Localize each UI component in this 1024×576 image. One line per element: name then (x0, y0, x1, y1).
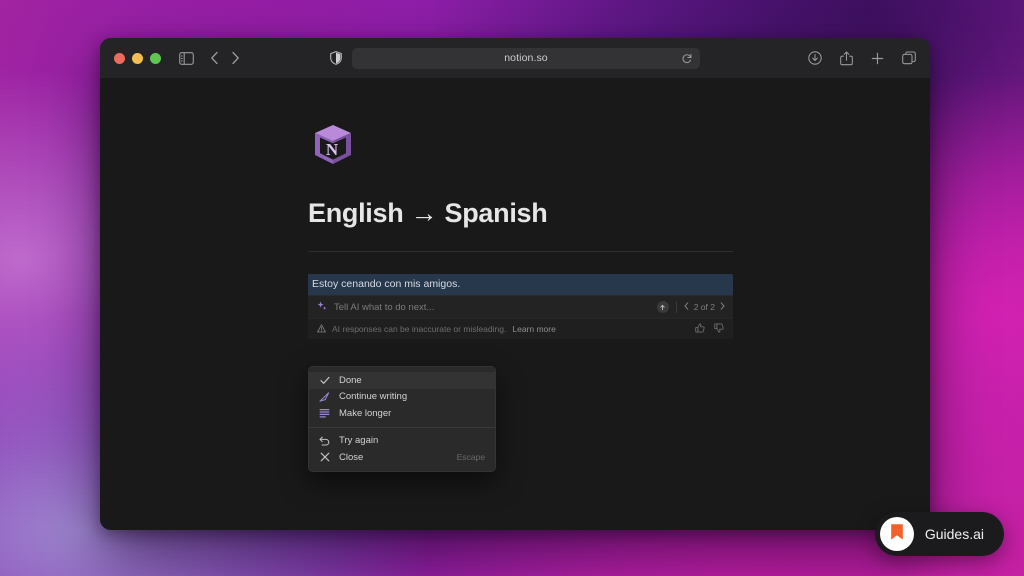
new-tab-icon[interactable] (871, 52, 884, 65)
ai-prompt-bar: Tell AI what to do next... 2 of 2 (308, 295, 733, 318)
share-icon[interactable] (840, 50, 853, 66)
guides-ai-badge[interactable]: Guides.ai (874, 512, 1004, 556)
pager-next-button[interactable] (720, 302, 725, 312)
text-lines-icon (319, 408, 330, 418)
menu-item-shortcut: Escape (456, 452, 485, 463)
close-x-icon (319, 452, 330, 462)
thumbs-up-icon[interactable] (695, 320, 705, 338)
window-controls (114, 52, 161, 64)
url-text: notion.so (504, 52, 548, 64)
warning-triangle-icon (317, 320, 326, 338)
menu-item-close[interactable]: Close Escape (309, 449, 495, 466)
reload-icon[interactable] (682, 53, 692, 64)
bookmark-flag-icon (889, 523, 905, 546)
menu-item-done[interactable]: Done (309, 372, 495, 389)
notion-document: N English → Spanish Estoy cenando con mi… (308, 120, 733, 339)
pen-icon (319, 392, 330, 402)
downloads-icon[interactable] (808, 51, 822, 65)
navigation-buttons (210, 51, 240, 65)
thumbs-down-icon[interactable] (714, 320, 724, 338)
browser-window: notion.so N English → Spanish Estoy cena… (100, 38, 930, 530)
chevron-right-icon[interactable] (231, 51, 240, 65)
badge-logo-circle (879, 517, 914, 551)
menu-item-label: Close (339, 451, 364, 463)
result-pager: 2 of 2 (684, 302, 725, 312)
page-content: N English → Spanish Estoy cenando con mi… (100, 78, 930, 530)
badge-label: Guides.ai (924, 526, 984, 542)
toolbar-right-icons (808, 50, 916, 66)
menu-item-label: Try again (339, 435, 379, 447)
menu-item-label: Make longer (339, 407, 392, 419)
pager-prev-button[interactable] (684, 302, 689, 312)
menu-item-make-longer[interactable]: Make longer (309, 405, 495, 422)
address-bar-area: notion.so (330, 47, 700, 69)
chevron-left-icon[interactable] (210, 51, 219, 65)
ai-result-text[interactable]: Estoy cenando con mis amigos. (308, 274, 733, 295)
check-icon (319, 376, 330, 385)
ai-sparkle-icon (317, 298, 327, 316)
menu-divider (309, 426, 495, 428)
privacy-shield-icon[interactable] (330, 51, 342, 65)
maximize-window-button[interactable] (150, 52, 161, 64)
ai-disclaimer-bar: AI responses can be inaccurate or mislea… (308, 318, 733, 339)
menu-item-label: Done (339, 374, 362, 386)
submit-arrow-up-icon[interactable] (656, 301, 669, 313)
learn-more-link[interactable]: Learn more (512, 324, 555, 334)
menu-item-try-again[interactable]: Try again (309, 433, 495, 450)
ai-actions-menu: Done Continue writing Make longer Try ag… (308, 366, 496, 472)
undo-arrow-icon (319, 436, 330, 446)
close-window-button[interactable] (114, 52, 125, 64)
ai-disclaimer-text: AI responses can be inaccurate or mislea… (332, 324, 507, 334)
svg-text:N: N (326, 140, 339, 159)
tab-overview-icon[interactable] (902, 51, 916, 65)
ai-prompt-input[interactable]: Tell AI what to do next... (334, 302, 650, 313)
menu-item-continue-writing[interactable]: Continue writing (309, 389, 495, 406)
browser-toolbar: notion.so (100, 38, 930, 78)
minimize-window-button[interactable] (132, 52, 143, 64)
notion-cube-icon: N (308, 120, 358, 170)
page-title: English → Spanish (308, 198, 548, 228)
feedback-buttons (695, 320, 724, 338)
toolbar-divider (675, 301, 677, 313)
menu-item-label: Continue writing (339, 391, 408, 403)
url-input[interactable]: notion.so (352, 47, 700, 69)
title-divider (308, 251, 733, 252)
pager-label: 2 of 2 (693, 302, 715, 312)
sidebar-icon[interactable] (179, 51, 194, 65)
ai-block: Estoy cenando con mis amigos. Tell AI wh… (308, 274, 733, 339)
